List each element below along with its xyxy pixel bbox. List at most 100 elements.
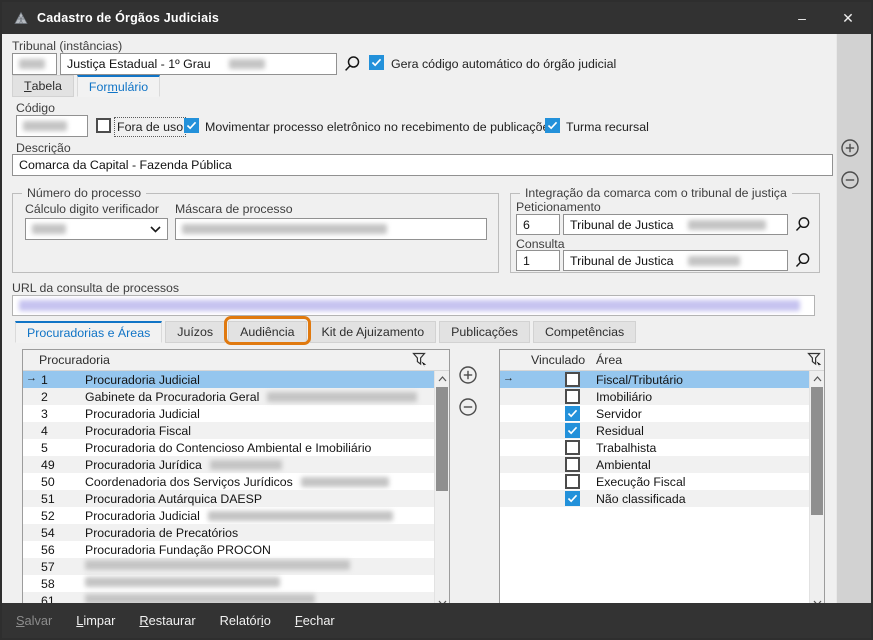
limpar-button[interactable]: Limpar — [76, 613, 115, 628]
subtab-procuradorias-e-áreas[interactable]: Procuradorias e Áreas — [15, 321, 162, 343]
fora-de-uso-checkbox[interactable] — [96, 118, 111, 133]
vinculado-column-header: Vinculado — [531, 353, 585, 367]
subtab-kit-de-ajuizamento[interactable]: Kit de Ajuizamento — [310, 321, 437, 343]
peticionamento-code-input[interactable]: 6 — [516, 214, 560, 235]
filter-icon[interactable] — [412, 352, 427, 370]
table-row[interactable]: 56Procuradoria Fundação PROCON — [23, 541, 434, 558]
salvar-button[interactable]: Salvar — [16, 613, 52, 628]
turma-recursal-label[interactable]: Turma recursal — [566, 120, 649, 134]
table-row[interactable]: 50Coordenadoria dos Serviços Jurídicos — [23, 473, 434, 490]
calculo-dropdown[interactable] — [25, 218, 168, 240]
tab-tabela[interactable]: Tabela — [12, 75, 74, 97]
close-button[interactable]: ✕ — [825, 2, 871, 34]
descricao-input[interactable]: Comarca da Capital - Fazenda Pública — [12, 154, 833, 176]
scroll-up-icon[interactable] — [435, 371, 449, 386]
scrollbar-thumb[interactable] — [811, 387, 823, 515]
consulta-code-input[interactable]: 1 — [516, 250, 560, 271]
table-row[interactable]: 51Procuradoria Autárquica DAESP — [23, 490, 434, 507]
scrollbar-thumb[interactable] — [436, 387, 448, 491]
consulta-label: Consulta — [516, 237, 565, 251]
subtab-audiência[interactable]: Audiência — [228, 321, 306, 343]
table-row[interactable]: Trabalhista — [500, 439, 809, 456]
add-procuradoria-button[interactable] — [458, 365, 478, 385]
row-code: 58 — [41, 577, 55, 591]
area-name: Servidor — [596, 407, 642, 421]
mascara-input[interactable] — [175, 218, 487, 240]
table-row[interactable]: 3Procuradoria Judicial — [23, 405, 434, 422]
subtab-juízos[interactable]: Juízos — [165, 321, 225, 343]
vinculado-checkbox[interactable] — [565, 457, 580, 472]
minimize-button[interactable]: – — [779, 2, 825, 34]
peticionamento-search-icon[interactable] — [794, 216, 811, 236]
vinculado-checkbox[interactable] — [565, 406, 580, 421]
subtab-publicações[interactable]: Publicações — [439, 321, 530, 343]
vinculado-checkbox[interactable] — [565, 423, 580, 438]
table-row[interactable]: 2 Gabinete da Procuradoria Geral — [23, 388, 434, 405]
vinculado-checkbox[interactable] — [565, 474, 580, 489]
table-row[interactable]: Servidor — [500, 405, 809, 422]
tab-formulário[interactable]: Formulário — [77, 75, 160, 97]
table-row[interactable]: 5Procuradoria do Contencioso Ambiental e… — [23, 439, 434, 456]
consulta-input[interactable]: Tribunal de Justica — [563, 250, 788, 271]
table-row[interactable]: Não classificada — [500, 490, 809, 507]
url-input[interactable] — [12, 295, 815, 316]
remove-procuradoria-button[interactable] — [458, 397, 478, 417]
tribunal-input[interactable]: Justiça Estadual - 1º Grau — [60, 53, 337, 75]
movimentar-label[interactable]: Movimentar processo eletrônico no recebi… — [205, 120, 556, 134]
movimentar-checkbox[interactable] — [184, 118, 199, 133]
chevron-down-icon — [150, 222, 161, 236]
side-strip — [836, 34, 871, 603]
turma-recursal-checkbox[interactable] — [545, 118, 560, 133]
fechar-button[interactable]: Fechar — [295, 613, 335, 628]
tribunal-code-input[interactable] — [12, 53, 57, 75]
row-name: Procuradoria Jurídica — [85, 458, 282, 472]
consulta-search-icon[interactable] — [794, 252, 811, 272]
table-row[interactable]: Imobiliário — [500, 388, 809, 405]
row-code: 1 — [41, 373, 48, 387]
peticionamento-input[interactable]: Tribunal de Justica — [563, 214, 788, 235]
restaurar-button[interactable]: Restaurar — [139, 613, 195, 628]
codigo-label: Código — [16, 101, 55, 115]
relatório-button[interactable]: Relatório — [220, 613, 271, 628]
table-row[interactable]: 4 Procuradoria Fiscal — [23, 422, 434, 439]
table-row[interactable]: 54Procuradoria de Precatórios — [23, 524, 434, 541]
subtab-competências[interactable]: Competências — [533, 321, 636, 343]
sub-tab-strip: Procuradorias e ÁreasJuízosAudiênciaKit … — [15, 321, 636, 343]
table-row[interactable]: 52Procuradoria Judicial — [23, 507, 434, 524]
area-scrollbar[interactable] — [809, 371, 824, 610]
vinculado-checkbox[interactable] — [565, 389, 580, 404]
vinculado-checkbox[interactable] — [565, 440, 580, 455]
table-row[interactable]: Residual — [500, 422, 809, 439]
auto-code-label[interactable]: Gera código automático do órgão judicial — [391, 57, 616, 71]
tribunal-search-icon[interactable] — [343, 55, 361, 76]
table-row[interactable]: 57 — [23, 558, 434, 575]
row-name: Procuradoria Fiscal — [85, 424, 191, 438]
filter-icon[interactable] — [807, 352, 822, 370]
row-code: 49 — [41, 458, 55, 472]
table-row[interactable]: 49 Procuradoria Jurídica — [23, 456, 434, 473]
fora-de-uso-label[interactable]: Fora de uso — [117, 120, 183, 134]
add-record-button[interactable] — [840, 138, 860, 158]
current-row-icon: → — [26, 372, 37, 384]
descricao-value: Comarca da Capital - Fazenda Pública — [19, 158, 232, 172]
table-row[interactable]: 58 — [23, 575, 434, 592]
codigo-input[interactable] — [16, 115, 88, 137]
procuradoria-scrollbar[interactable] — [434, 371, 449, 610]
auto-code-checkbox[interactable] — [369, 55, 384, 70]
vinculado-checkbox[interactable] — [565, 372, 580, 387]
row-code: 4 — [41, 424, 48, 438]
table-row[interactable]: →Fiscal/Tributário — [500, 371, 809, 388]
area-grid: Vinculado Área →Fiscal/TributárioImobili… — [499, 349, 825, 611]
vinculado-checkbox[interactable] — [565, 491, 580, 506]
row-code: 50 — [41, 475, 55, 489]
row-code: 2 — [41, 390, 48, 404]
remove-record-button[interactable] — [840, 170, 860, 190]
row-name: Procuradoria do Contencioso Ambiental e … — [85, 441, 371, 455]
scroll-up-icon[interactable] — [810, 371, 824, 386]
row-code: 52 — [41, 509, 55, 523]
area-name: Fiscal/Tributário — [596, 373, 683, 387]
row-name: Gabinete da Procuradoria Geral — [85, 390, 417, 404]
table-row[interactable]: Execução Fiscal — [500, 473, 809, 490]
table-row[interactable]: Ambiental — [500, 456, 809, 473]
table-row[interactable]: →1Procuradoria Judicial — [23, 371, 434, 388]
